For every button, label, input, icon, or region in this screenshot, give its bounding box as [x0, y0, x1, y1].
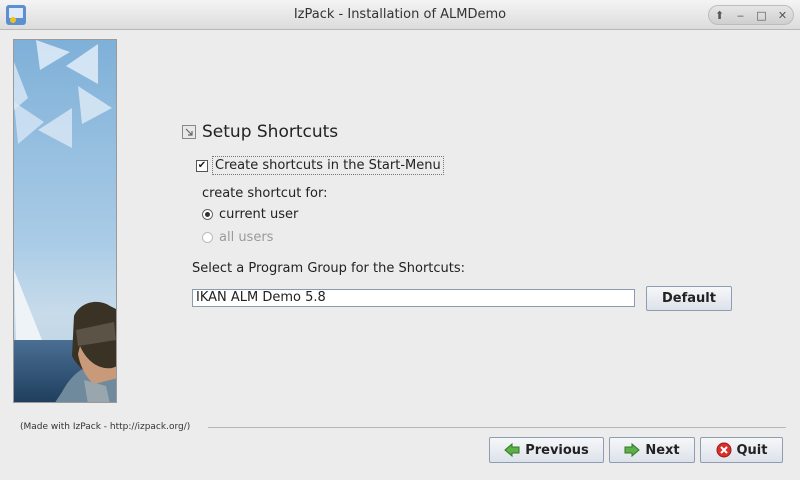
minimize-icon[interactable]: ‒	[733, 7, 749, 23]
previous-label: Previous	[525, 442, 589, 458]
footer-divider	[208, 427, 786, 428]
shortcut-heading-icon	[182, 125, 196, 139]
window-controls: ⬆ ‒ □ ✕	[708, 5, 794, 25]
radio-all-users-row: all users	[202, 230, 273, 245]
quit-button[interactable]: Quit	[700, 437, 783, 463]
next-button[interactable]: Next	[609, 437, 695, 463]
installer-banner-image	[13, 39, 117, 403]
all-users-radio	[202, 232, 213, 243]
maximize-icon[interactable]: □	[754, 7, 770, 23]
quit-icon	[716, 442, 731, 458]
next-arrow-icon	[624, 442, 641, 458]
next-label: Next	[645, 442, 680, 458]
program-group-field[interactable]: IKAN ALM Demo 5.8	[192, 289, 635, 307]
current-user-radio[interactable]	[202, 209, 213, 220]
create-for-label: create shortcut for:	[202, 186, 328, 201]
create-shortcuts-label[interactable]: Create shortcuts in the Start-Menu	[212, 156, 444, 175]
create-shortcuts-checkbox-row[interactable]: ✔ Create shortcuts in the Start-Menu	[196, 156, 444, 175]
previous-button[interactable]: Previous	[489, 437, 604, 463]
program-group-label: Select a Program Group for the Shortcuts…	[192, 261, 466, 276]
default-button[interactable]: Default	[646, 286, 732, 311]
window-title: IzPack - Installation of ALMDemo	[293, 7, 507, 22]
previous-arrow-icon	[504, 442, 520, 458]
quit-label: Quit	[736, 442, 768, 458]
restore-icon[interactable]: ⬆	[712, 7, 728, 23]
panel-heading: Setup Shortcuts	[182, 122, 338, 142]
close-icon[interactable]: ✕	[775, 7, 791, 23]
page-title: Setup Shortcuts	[202, 122, 339, 142]
made-with-izpack: (Made with IzPack - http://izpack.org/)	[20, 422, 191, 432]
default-button-label: Default	[662, 291, 716, 306]
current-user-label[interactable]: current user	[219, 207, 298, 222]
all-users-label: all users	[219, 230, 274, 245]
create-shortcuts-checkbox[interactable]: ✔	[196, 159, 208, 172]
radio-current-user-row[interactable]: current user	[202, 207, 298, 222]
title-bar: IzPack - Installation of ALMDemo ⬆ ‒ □ ✕	[0, 0, 800, 30]
